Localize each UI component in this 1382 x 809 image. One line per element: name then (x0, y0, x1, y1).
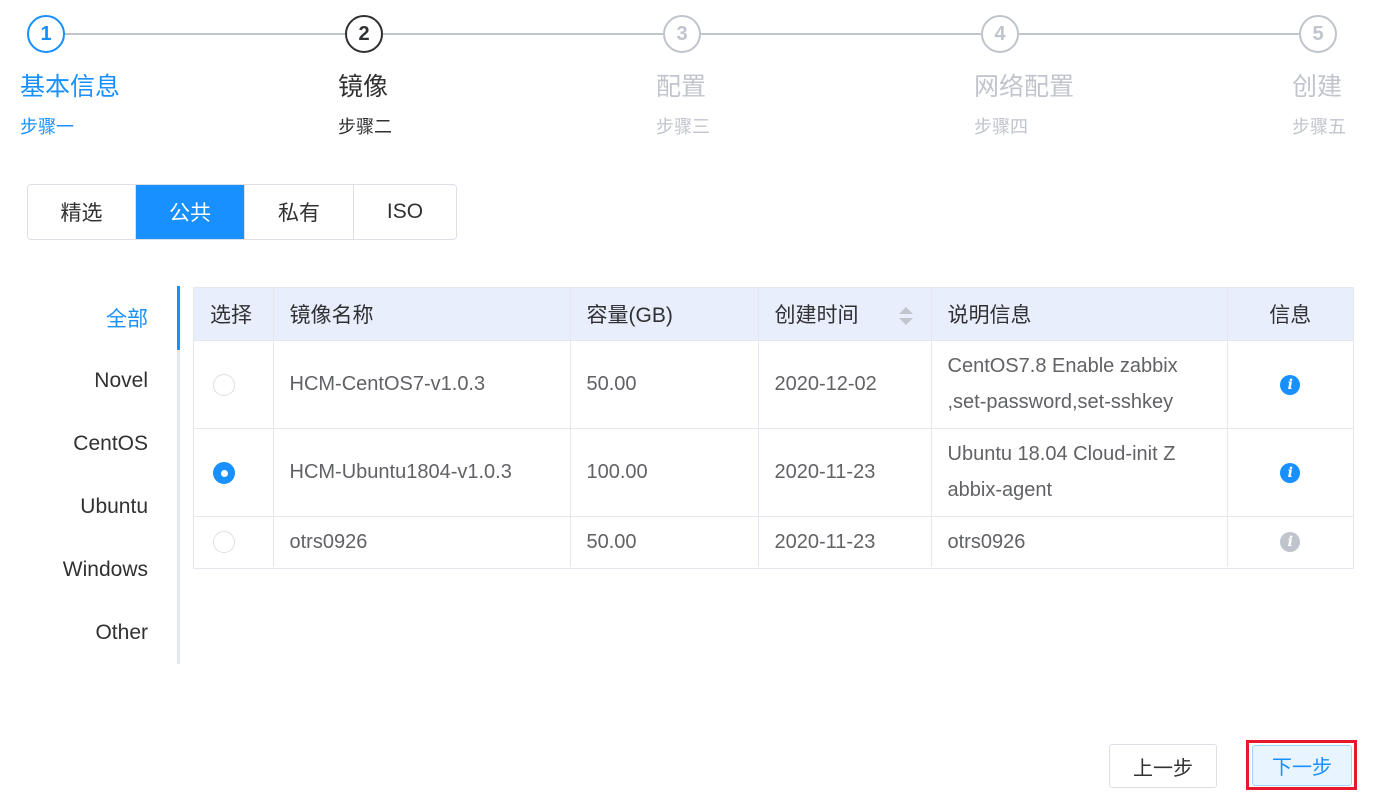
category-all[interactable]: 全部 (106, 286, 148, 349)
tab-featured[interactable]: 精选 (28, 185, 136, 239)
step-number: 2 (345, 15, 383, 53)
description-line: Ubuntu 18.04 Cloud-init Z (947, 443, 1176, 465)
category-other[interactable]: Other (95, 601, 148, 664)
table-row[interactable]: HCM-Ubuntu1804-v1.0.3 100.00 2020-11-23 … (194, 427, 1353, 516)
table-row[interactable]: HCM-CentOS7-v1.0.3 50.00 2020-12-02 Cent… (194, 339, 1353, 428)
sort-icon[interactable] (898, 306, 913, 326)
column-header-description: 说明信息 (931, 288, 1228, 340)
cell-description: otrs0926 (931, 515, 1228, 567)
step-number: 4 (981, 15, 1019, 53)
image-source-tabs: 精选 公共 私有 ISO (27, 184, 457, 240)
cell-description: CentOS7.8 Enable zabbix ,set-password,set… (931, 339, 1228, 428)
cell-created: 2020-11-23 (758, 427, 932, 516)
step-desc: 步骤三 (656, 117, 710, 137)
info-icon: i (1280, 532, 1301, 553)
description-line: CentOS7.8 Enable zabbix (947, 355, 1178, 377)
category-centos[interactable]: CentOS (73, 412, 148, 475)
next-step-button[interactable]: 下一步 (1252, 745, 1352, 786)
category-ubuntu[interactable]: Ubuntu (80, 475, 148, 538)
step-title: 创建 (1292, 73, 1343, 101)
column-header-info: 信息 (1269, 303, 1312, 327)
column-header-capacity: 容量(GB) (570, 288, 759, 340)
cell-description: Ubuntu 18.04 Cloud-init Z abbix-agent (931, 427, 1228, 516)
tab-public[interactable]: 公共 (136, 185, 245, 239)
cell-name: HCM-Ubuntu1804-v1.0.3 (273, 427, 571, 516)
table-header-row: 选择 镜像名称 容量(GB) 创建时间 说明信息 信息 (194, 288, 1353, 340)
row-select-radio[interactable] (213, 461, 235, 484)
cell-capacity: 100.00 (570, 427, 759, 516)
image-table: 选择 镜像名称 容量(GB) 创建时间 说明信息 信息 HCM-CentOS7-… (193, 287, 1354, 569)
step-connector (382, 33, 664, 35)
steps-bar: 1 基本信息 步骤一 2 镜像 步骤二 3 配置 步骤三 4 网络配置 步骤四 … (0, 0, 1382, 150)
category-sidebar: 全部 Novel CentOS Ubuntu Windows Other (0, 286, 180, 666)
step-number: 5 (1299, 15, 1337, 53)
cell-name: otrs0926 (273, 515, 571, 567)
step-title: 网络配置 (974, 73, 1075, 101)
column-header-created-label: 创建时间 (774, 303, 859, 327)
tab-iso[interactable]: ISO (354, 185, 456, 239)
step-network: 4 网络配置 步骤四 (974, 15, 1074, 139)
cell-capacity: 50.00 (570, 339, 759, 428)
column-header-select: 选择 (194, 288, 274, 340)
step-create: 5 创建 步骤五 (1292, 15, 1346, 139)
step-config: 3 配置 步骤三 (656, 15, 710, 139)
step-title: 配置 (656, 73, 707, 101)
step-desc: 步骤一 (20, 117, 74, 137)
column-header-created[interactable]: 创建时间 (758, 288, 932, 340)
description-line: otrs0926 (947, 530, 1026, 553)
category-windows[interactable]: Windows (63, 538, 148, 601)
prev-step-button[interactable]: 上一步 (1109, 744, 1217, 788)
description-line: abbix-agent (947, 479, 1053, 501)
description-line: ,set-password,set-sshkey (947, 391, 1174, 413)
step-desc: 步骤二 (338, 117, 392, 137)
step-image: 2 镜像 步骤二 (338, 15, 392, 139)
column-header-name: 镜像名称 (273, 288, 571, 340)
step-title: 镜像 (338, 73, 389, 101)
table-row[interactable]: otrs0926 50.00 2020-11-23 otrs0926 i (194, 515, 1353, 567)
step-title: 基本信息 (20, 73, 121, 101)
row-select-radio[interactable] (213, 531, 235, 554)
cell-created: 2020-12-02 (758, 339, 932, 428)
step-basic-info: 1 基本信息 步骤一 (20, 15, 120, 139)
row-select-radio[interactable] (213, 373, 235, 396)
step-connector (700, 33, 982, 35)
cell-capacity: 50.00 (570, 515, 759, 567)
info-icon[interactable]: i (1280, 374, 1301, 395)
cell-name: HCM-CentOS7-v1.0.3 (273, 339, 571, 428)
step-desc: 步骤五 (1292, 117, 1346, 137)
cell-created: 2020-11-23 (758, 515, 932, 567)
step-number: 1 (27, 15, 65, 53)
step-number: 3 (663, 15, 701, 53)
tab-private[interactable]: 私有 (245, 185, 354, 239)
category-novel[interactable]: Novel (94, 349, 148, 412)
step-desc: 步骤四 (974, 117, 1028, 137)
sidebar-active-indicator (177, 286, 180, 350)
info-icon[interactable]: i (1280, 462, 1301, 483)
